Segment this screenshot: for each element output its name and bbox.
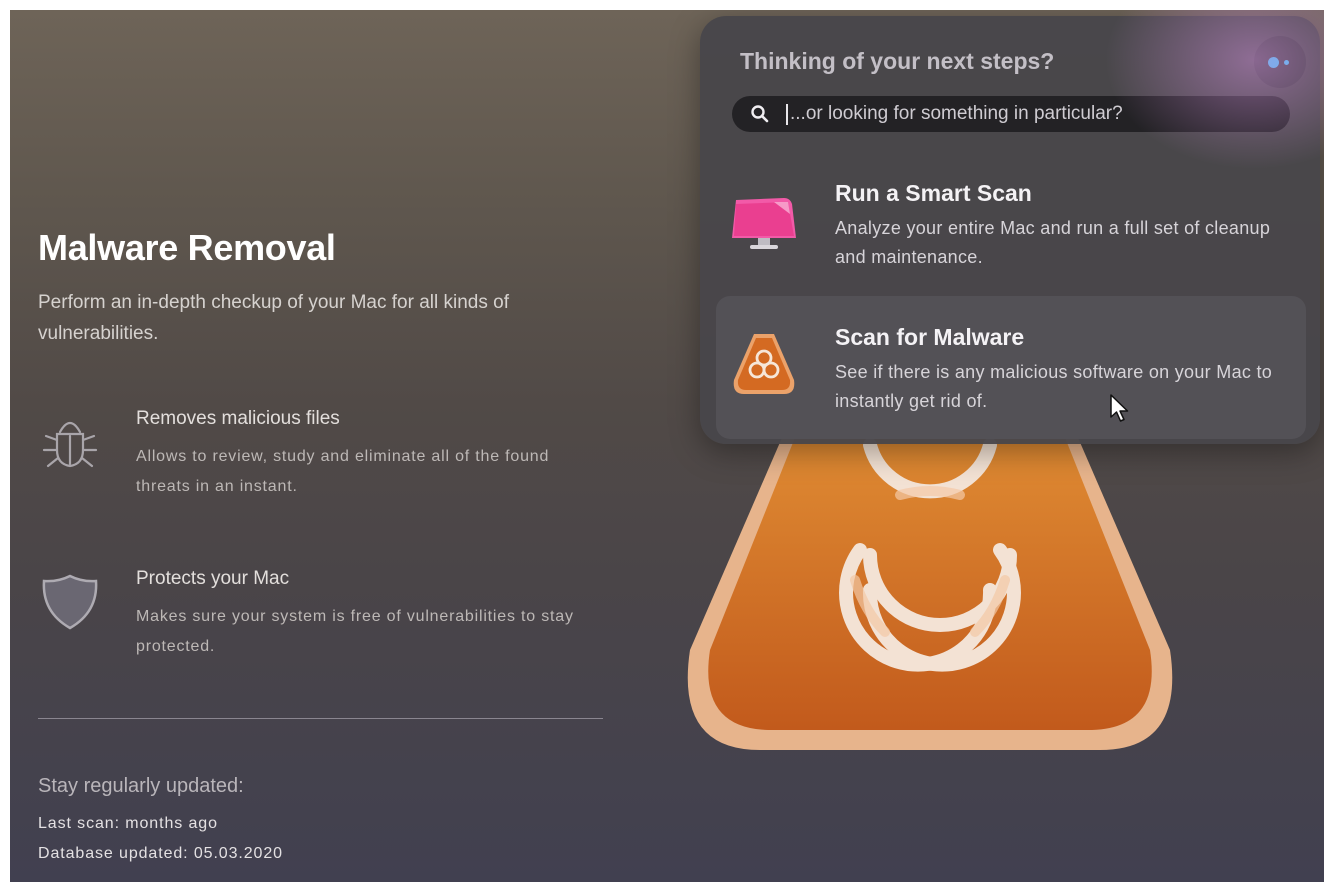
- feature-title: Removes malicious files: [136, 408, 340, 429]
- assistant-button[interactable]: [1254, 36, 1306, 88]
- search-icon: [751, 105, 769, 123]
- last-scan-text: Last scan: months ago: [38, 815, 218, 832]
- next-steps-popup: Thinking of your next steps? Run a Smart…: [700, 16, 1320, 444]
- item-description: See if there is any malicious software o…: [835, 362, 1273, 411]
- scan-malware-item[interactable]: Scan for Malware See if there is any mal…: [716, 296, 1306, 439]
- feature-description: Allows to review, study and eliminate al…: [136, 448, 550, 495]
- smart-scan-item[interactable]: Run a Smart Scan Analyze your entire Mac…: [716, 156, 1306, 299]
- item-title: Scan for Malware: [835, 324, 1025, 350]
- malware-scan-icon: [733, 334, 795, 394]
- database-updated-text: Database updated: 05.03.2020: [38, 845, 283, 862]
- assistant-icon: [1268, 57, 1279, 68]
- update-heading: Stay regularly updated:: [38, 775, 244, 797]
- text-caret: [786, 104, 788, 125]
- smart-scan-icon: [732, 198, 796, 249]
- page-title: Malware Removal: [38, 227, 336, 268]
- shield-icon: [42, 574, 98, 630]
- page-description: Perform an in-depth checkup of your Mac …: [38, 292, 510, 344]
- item-title: Run a Smart Scan: [835, 180, 1032, 206]
- feature-description: Makes sure your system is free of vulner…: [136, 608, 574, 655]
- bug-icon: [42, 421, 98, 468]
- feature-title: Protects your Mac: [136, 568, 290, 589]
- divider: [38, 718, 603, 719]
- feature-removes-files: Removes malicious files Allows to review…: [38, 408, 618, 518]
- popup-title: Thinking of your next steps?: [740, 48, 1055, 74]
- search-input[interactable]: [790, 96, 1270, 132]
- search-bar[interactable]: [732, 96, 1290, 132]
- item-description: Analyze your entire Mac and run a full s…: [835, 218, 1271, 267]
- app-window: Malware Removal Perform an in-depth chec…: [10, 10, 1324, 882]
- feature-protects-mac: Protects your Mac Makes sure your system…: [38, 568, 618, 678]
- mouse-cursor-icon: [1110, 394, 1129, 422]
